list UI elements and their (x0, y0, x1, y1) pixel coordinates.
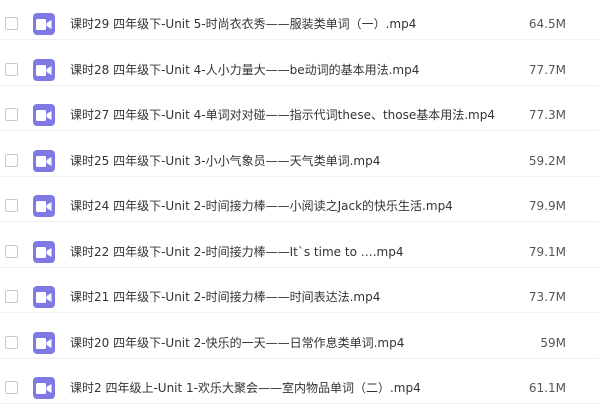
file-name[interactable]: 课时20 四年级下-Unit 2-快乐的一天——日常作息类单词.mp4 (70, 335, 404, 351)
file-list: 课时29 四年级下-Unit 5-时尚衣衣秀——服装类单词（一）.mp4 64.5… (0, 0, 599, 411)
file-name[interactable]: 课时25 四年级下-Unit 3-小小气象员——天气类单词.mp4 (70, 153, 380, 169)
row-checkbox[interactable] (5, 245, 18, 258)
file-name[interactable]: 课时27 四年级下-Unit 4-单词对对碰——指示代词these、those基… (70, 107, 495, 123)
file-row[interactable]: 课时21 四年级下-Unit 2-时间接力棒——时间表达法.mp4 73.7M (0, 268, 599, 313)
row-divider (0, 221, 599, 222)
video-file-icon (33, 377, 55, 399)
video-file-icon (33, 195, 55, 217)
file-row[interactable]: 课时28 四年级下-Unit 4-人小力量大——be动词的基本用法.mp4 77.… (0, 41, 599, 86)
row-checkbox[interactable] (5, 108, 18, 121)
file-row[interactable]: 课时2 四年级上-Unit 1-欢乐大聚会——室内物品单词（二）.mp4 61.1… (0, 359, 599, 404)
file-size: 79.9M (528, 199, 566, 213)
file-size: 77.7M (528, 63, 566, 77)
file-size: 64.5M (528, 17, 566, 31)
file-row[interactable]: 课时24 四年级下-Unit 2-时间接力棒——小阅读之Jack的快乐生活.mp… (0, 177, 599, 222)
file-size: 79.1M (528, 245, 566, 259)
video-file-icon (33, 150, 55, 172)
file-size: 73.7M (528, 290, 566, 304)
file-name[interactable]: 课时28 四年级下-Unit 4-人小力量大——be动词的基本用法.mp4 (70, 62, 419, 78)
file-name[interactable]: 课时29 四年级下-Unit 5-时尚衣衣秀——服装类单词（一）.mp4 (70, 16, 416, 32)
file-row[interactable]: 课时25 四年级下-Unit 3-小小气象员——天气类单词.mp4 59.2M (0, 132, 599, 177)
file-size: 77.3M (528, 108, 566, 122)
file-row[interactable]: 课时22 四年级下-Unit 2-时间接力棒——It`s time to ….m… (0, 223, 599, 268)
file-name[interactable]: 课时21 四年级下-Unit 2-时间接力棒——时间表达法.mp4 (70, 289, 380, 305)
row-divider (0, 403, 599, 404)
row-checkbox[interactable] (5, 290, 18, 303)
row-checkbox[interactable] (5, 154, 18, 167)
file-row[interactable]: 课时20 四年级下-Unit 2-快乐的一天——日常作息类单词.mp4 59M (0, 314, 599, 359)
file-size: 61.1M (528, 381, 566, 395)
row-divider (0, 39, 599, 40)
video-file-icon (33, 332, 55, 354)
video-file-icon (33, 59, 55, 81)
video-file-icon (33, 13, 55, 35)
row-divider (0, 130, 599, 131)
row-checkbox[interactable] (5, 381, 18, 394)
file-name[interactable]: 课时2 四年级上-Unit 1-欢乐大聚会——室内物品单词（二）.mp4 (70, 380, 421, 396)
file-row[interactable]: 课时29 四年级下-Unit 5-时尚衣衣秀——服装类单词（一）.mp4 64.5… (0, 0, 599, 40)
file-name[interactable]: 课时24 四年级下-Unit 2-时间接力棒——小阅读之Jack的快乐生活.mp… (70, 198, 453, 214)
video-file-icon (33, 286, 55, 308)
video-file-icon (33, 104, 55, 126)
video-file-icon (33, 241, 55, 263)
row-checkbox[interactable] (5, 63, 18, 76)
file-name[interactable]: 课时22 四年级下-Unit 2-时间接力棒——It`s time to ….m… (70, 244, 403, 260)
row-checkbox[interactable] (5, 17, 18, 30)
row-checkbox[interactable] (5, 336, 18, 349)
row-checkbox[interactable] (5, 199, 18, 212)
row-divider (0, 312, 599, 313)
file-size: 59M (540, 336, 566, 350)
file-size: 59.2M (528, 154, 566, 168)
file-row[interactable]: 课时27 四年级下-Unit 4-单词对对碰——指示代词these、those基… (0, 86, 599, 131)
